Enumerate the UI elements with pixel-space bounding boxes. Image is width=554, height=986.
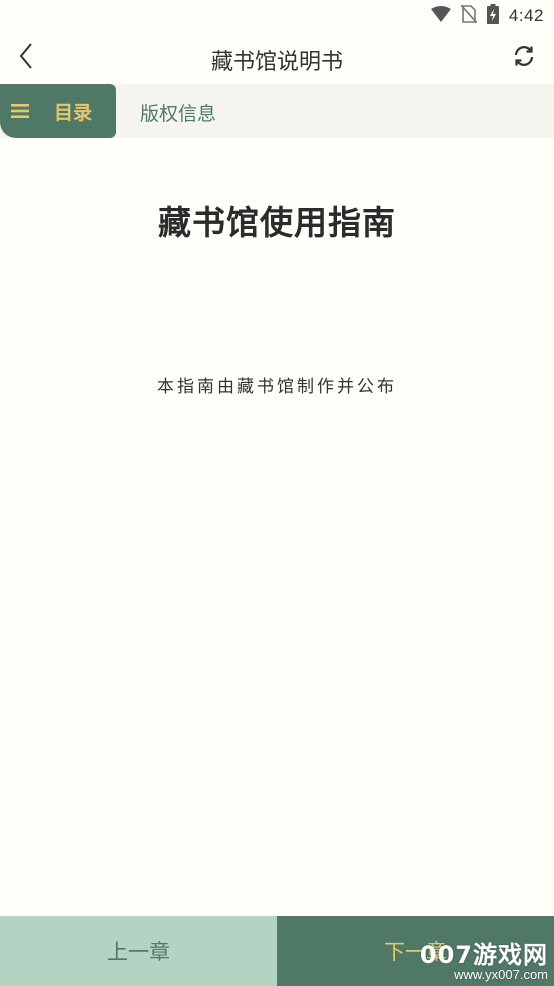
document-title: 藏书馆使用指南 bbox=[158, 203, 396, 242]
status-bar: 4:42 bbox=[0, 0, 554, 32]
tab-catalog[interactable]: 目录 bbox=[0, 84, 116, 138]
page-title: 藏书馆说明书 bbox=[210, 50, 343, 75]
wifi-icon bbox=[430, 6, 451, 26]
tab-bar: 目录 版权信息 bbox=[0, 84, 554, 138]
tab-catalog-label: 目录 bbox=[54, 101, 93, 124]
prev-chapter-button[interactable]: 上一章 bbox=[0, 916, 277, 986]
next-chapter-button[interactable]: 下一章 bbox=[277, 916, 554, 986]
chapter-navigation: 上一章 下一章 bbox=[0, 916, 554, 986]
refresh-button[interactable] bbox=[504, 38, 544, 78]
screen: 4:42 藏书馆说明书 目录 版权信息 藏书馆使用指南 本指南由藏书馆制作并公布… bbox=[0, 0, 554, 986]
status-time: 4:42 bbox=[508, 6, 544, 25]
no-sim-icon bbox=[460, 4, 478, 27]
battery-charging-icon bbox=[486, 4, 499, 28]
status-icons: 4:42 bbox=[430, 4, 544, 28]
tab-copyright[interactable]: 版权信息 bbox=[140, 99, 216, 126]
menu-icon bbox=[10, 101, 30, 121]
refresh-icon bbox=[512, 44, 536, 72]
document-subtitle: 本指南由藏书馆制作并公布 bbox=[157, 377, 397, 397]
app-header: 藏书馆说明书 bbox=[0, 32, 554, 84]
